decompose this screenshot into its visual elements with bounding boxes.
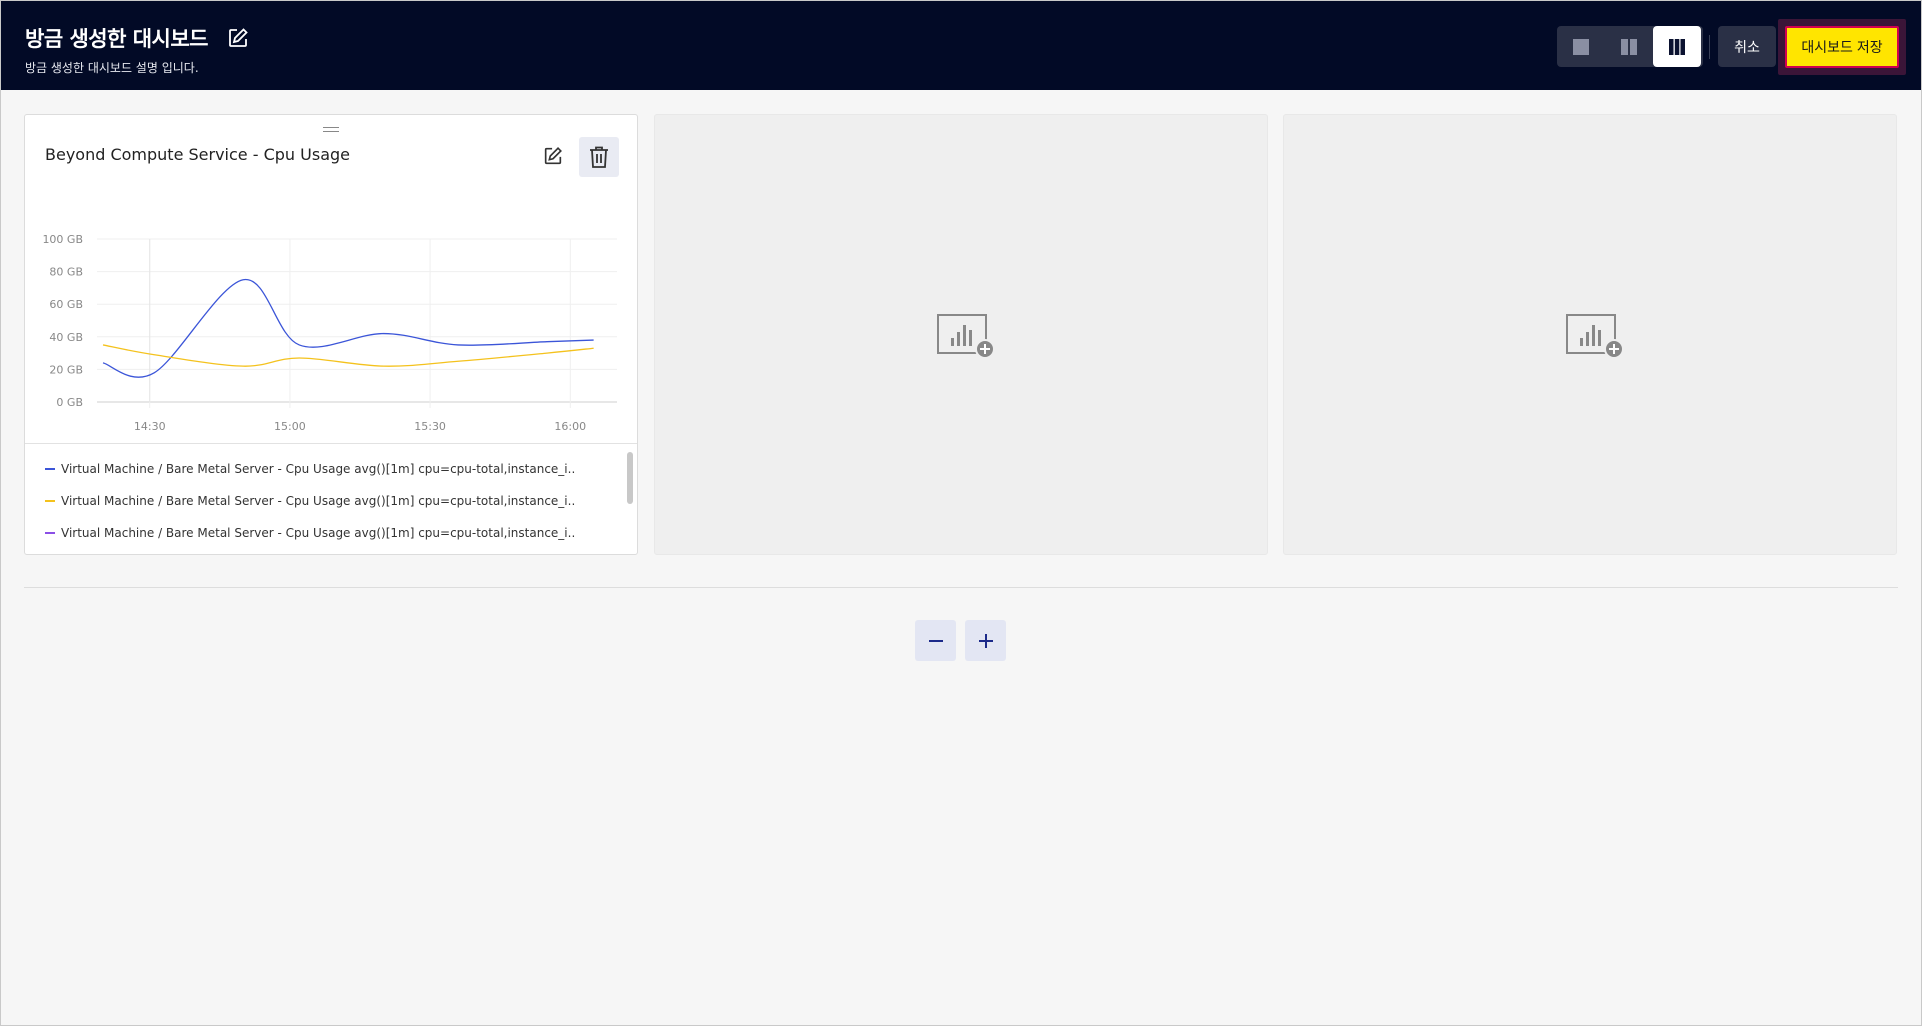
minus-icon bbox=[928, 639, 943, 642]
layout-selector bbox=[1557, 26, 1703, 67]
page-description: 방금 생성한 대시보드 설명 입니다. bbox=[25, 61, 199, 75]
page-title: 방금 생성한 대시보드 bbox=[25, 27, 209, 51]
add-chart-icon[interactable] bbox=[937, 314, 997, 360]
x-tick-label: 15:30 bbox=[414, 420, 446, 433]
edit-title-icon[interactable] bbox=[226, 26, 250, 50]
three-column-icon bbox=[1669, 38, 1685, 55]
empty-widget-slot bbox=[654, 114, 1268, 555]
section-divider bbox=[24, 587, 1898, 588]
empty-widget-slot bbox=[1283, 114, 1897, 555]
legend-item[interactable]: Virtual Machine / Bare Metal Server - Cp… bbox=[45, 494, 575, 508]
series-line-1[interactable] bbox=[102, 344, 594, 367]
y-tick-label: 0 GB bbox=[56, 396, 83, 409]
save-button-highlight: 대시보드 저장 bbox=[1778, 19, 1906, 75]
legend-item[interactable]: Virtual Machine / Bare Metal Server - Cp… bbox=[45, 526, 575, 540]
cpu-usage-chart: 0 GB 20 GB 40 GB 60 GB 80 GB 100 GB 14:30 15:00… bbox=[42, 233, 617, 433]
add-row-button[interactable] bbox=[965, 620, 1006, 661]
legend-swatch-purple bbox=[45, 532, 55, 534]
widget-title: Beyond Compute Service - Cpu Usage bbox=[45, 145, 350, 164]
two-column-icon bbox=[1621, 38, 1637, 55]
remove-row-button[interactable] bbox=[915, 620, 956, 661]
y-tick-label: 20 GB bbox=[49, 363, 83, 376]
plus-icon bbox=[978, 633, 993, 648]
x-tick-label: 16:00 bbox=[554, 420, 586, 433]
edit-widget-button[interactable] bbox=[539, 142, 567, 170]
legend-item[interactable]: Virtual Machine / Bare Metal Server - Cp… bbox=[45, 462, 575, 476]
single-column-icon bbox=[1573, 38, 1589, 55]
add-chart-icon[interactable] bbox=[1566, 314, 1626, 360]
save-dashboard-button[interactable]: 대시보드 저장 bbox=[1785, 26, 1899, 68]
y-tick-label: 100 GB bbox=[42, 233, 83, 246]
legend-swatch-blue bbox=[45, 468, 55, 470]
x-tick-label: 15:00 bbox=[274, 420, 306, 433]
drag-handle-icon[interactable] bbox=[323, 127, 339, 133]
y-tick-label: 80 GB bbox=[49, 266, 83, 279]
x-tick-label: 14:30 bbox=[134, 420, 166, 433]
y-tick-label: 40 GB bbox=[49, 331, 83, 344]
layout-triple-button[interactable] bbox=[1653, 26, 1701, 67]
dashboard-header: 방금 생성한 대시보드 방금 생성한 대시보드 설명 입니다. 취소 대시보드 … bbox=[1, 1, 1921, 90]
layout-double-button[interactable] bbox=[1605, 26, 1653, 67]
trash-icon bbox=[590, 146, 608, 168]
legend-label: Virtual Machine / Bare Metal Server - Cp… bbox=[61, 462, 576, 476]
edit-icon bbox=[544, 147, 562, 165]
legend-swatch-yellow bbox=[45, 500, 55, 502]
chart-legend: Virtual Machine / Bare Metal Server - Cp… bbox=[25, 443, 637, 554]
header-divider bbox=[1709, 35, 1710, 59]
legend-label: Virtual Machine / Bare Metal Server - Cp… bbox=[61, 526, 576, 540]
cancel-button[interactable]: 취소 bbox=[1718, 26, 1776, 67]
y-tick-label: 60 GB bbox=[49, 298, 83, 311]
legend-scrollbar[interactable] bbox=[627, 452, 633, 504]
layout-single-button[interactable] bbox=[1557, 26, 1605, 67]
delete-widget-button[interactable] bbox=[579, 137, 619, 177]
legend-label: Virtual Machine / Bare Metal Server - Cp… bbox=[61, 494, 576, 508]
chart-widget: Beyond Compute Service - Cpu Usage 0 GB 2… bbox=[24, 114, 638, 555]
